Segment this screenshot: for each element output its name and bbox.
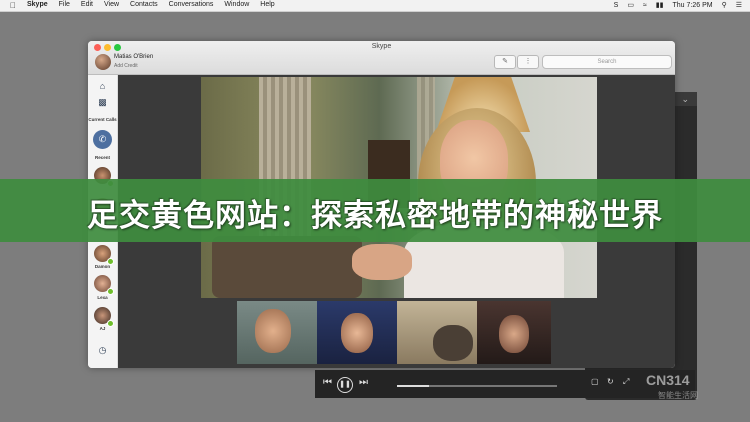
menu-file[interactable]: File [59,1,70,8]
participant-thumbnail[interactable] [397,301,477,364]
clock[interactable]: Thu 7:26 PM [673,2,713,9]
menu-contacts[interactable]: Contacts [130,1,158,8]
media-controls: ⏮ ⏭ ▢ ↻ ⤢ [315,370,695,398]
pause-button[interactable]: ❚❚ [337,377,353,393]
contact-name-damon[interactable]: Damon [88,264,117,269]
chevron-down-icon[interactable]: ⌄ [681,94,689,105]
compose-button[interactable]: ✎ [494,55,516,69]
participant-chair [433,325,473,361]
menu-help[interactable]: Help [260,1,274,8]
contact-name-lexa[interactable]: Lexa [88,295,117,300]
title-bar: Skype Matias O'Brien Add Credit ✎ ⋮ Sear… [88,41,675,75]
fullscreen-icon[interactable]: ⤢ [623,377,629,387]
wifi-icon[interactable]: ≈ [643,2,647,9]
battery-icon[interactable]: ▮▮ [656,1,664,9]
search-input[interactable]: Search [542,55,672,69]
list-icon[interactable]: ☰ [736,1,742,9]
user-name[interactable]: Matias O'Brien [114,54,153,60]
participant-face [341,313,373,353]
menu-conversations[interactable]: Conversations [169,1,214,8]
search-icon[interactable]: ⚲ [722,1,727,9]
dialpad-button[interactable]: ⋮ [517,55,539,69]
overlay-banner: 足交黄色网站：探索私密地带的神秘世界 [0,179,750,242]
repeat-icon[interactable]: ↻ [607,377,614,386]
current-calls-label[interactable]: Current Calls [88,117,117,122]
dialpad-icon: ⋮ [524,58,532,65]
apple-icon[interactable]:  [10,1,16,10]
recent-label: Recent [94,155,110,160]
participant-thumbnail[interactable] [477,301,551,364]
status-area: S ▭ ≈ ▮▮ Thu 7:26 PM ⚲ ☰ [614,1,742,10]
participant-face [255,309,291,353]
add-credit-link[interactable]: Add Credit [114,63,138,69]
window-title: Skype [371,43,392,50]
skype-status-icon[interactable]: S [614,2,619,9]
participant-face [499,315,529,353]
menu-skype[interactable]: Skype [27,1,48,8]
avatar[interactable] [95,54,111,70]
menu-window[interactable]: Window [224,1,249,8]
watermark-subtitle: 智能生活网 [658,391,698,400]
home-icon[interactable]: ⌂ [88,81,117,91]
progress-fill [397,385,429,387]
airplay-icon[interactable]: ▭ [627,1,634,9]
progress-bar[interactable] [397,385,557,387]
caller-hand [352,244,412,280]
watermark-logo: CN314 [646,372,690,388]
contacts-book-icon[interactable]: ▩ [88,97,117,108]
banner-headline: 足交黄色网站：探索私密地带的神秘世界 [87,198,663,233]
compose-icon: ✎ [502,58,508,65]
crop-icon[interactable]: ▢ [591,377,599,386]
participant-thumbnail[interactable] [317,301,397,364]
phone-icon: ✆ [98,134,107,144]
online-indicator [107,288,114,295]
participant-thumbnail[interactable] [237,301,317,364]
clock-icon[interactable]: ◷ [88,345,117,356]
sofa [212,236,362,298]
menu-edit[interactable]: Edit [81,1,93,8]
next-icon[interactable]: ⏭ [359,377,368,388]
contact-name-aj[interactable]: AJ [88,326,117,331]
pause-icon: ❚❚ [339,381,351,388]
menu-items: Skype File Edit View Contacts Conversati… [27,1,275,8]
previous-icon[interactable]: ⏮ [323,377,332,388]
menu-view[interactable]: View [104,1,119,8]
menu-bar:  Skype File Edit View Contacts Conversa… [0,0,750,12]
current-call-item[interactable]: ✆ [93,130,112,149]
